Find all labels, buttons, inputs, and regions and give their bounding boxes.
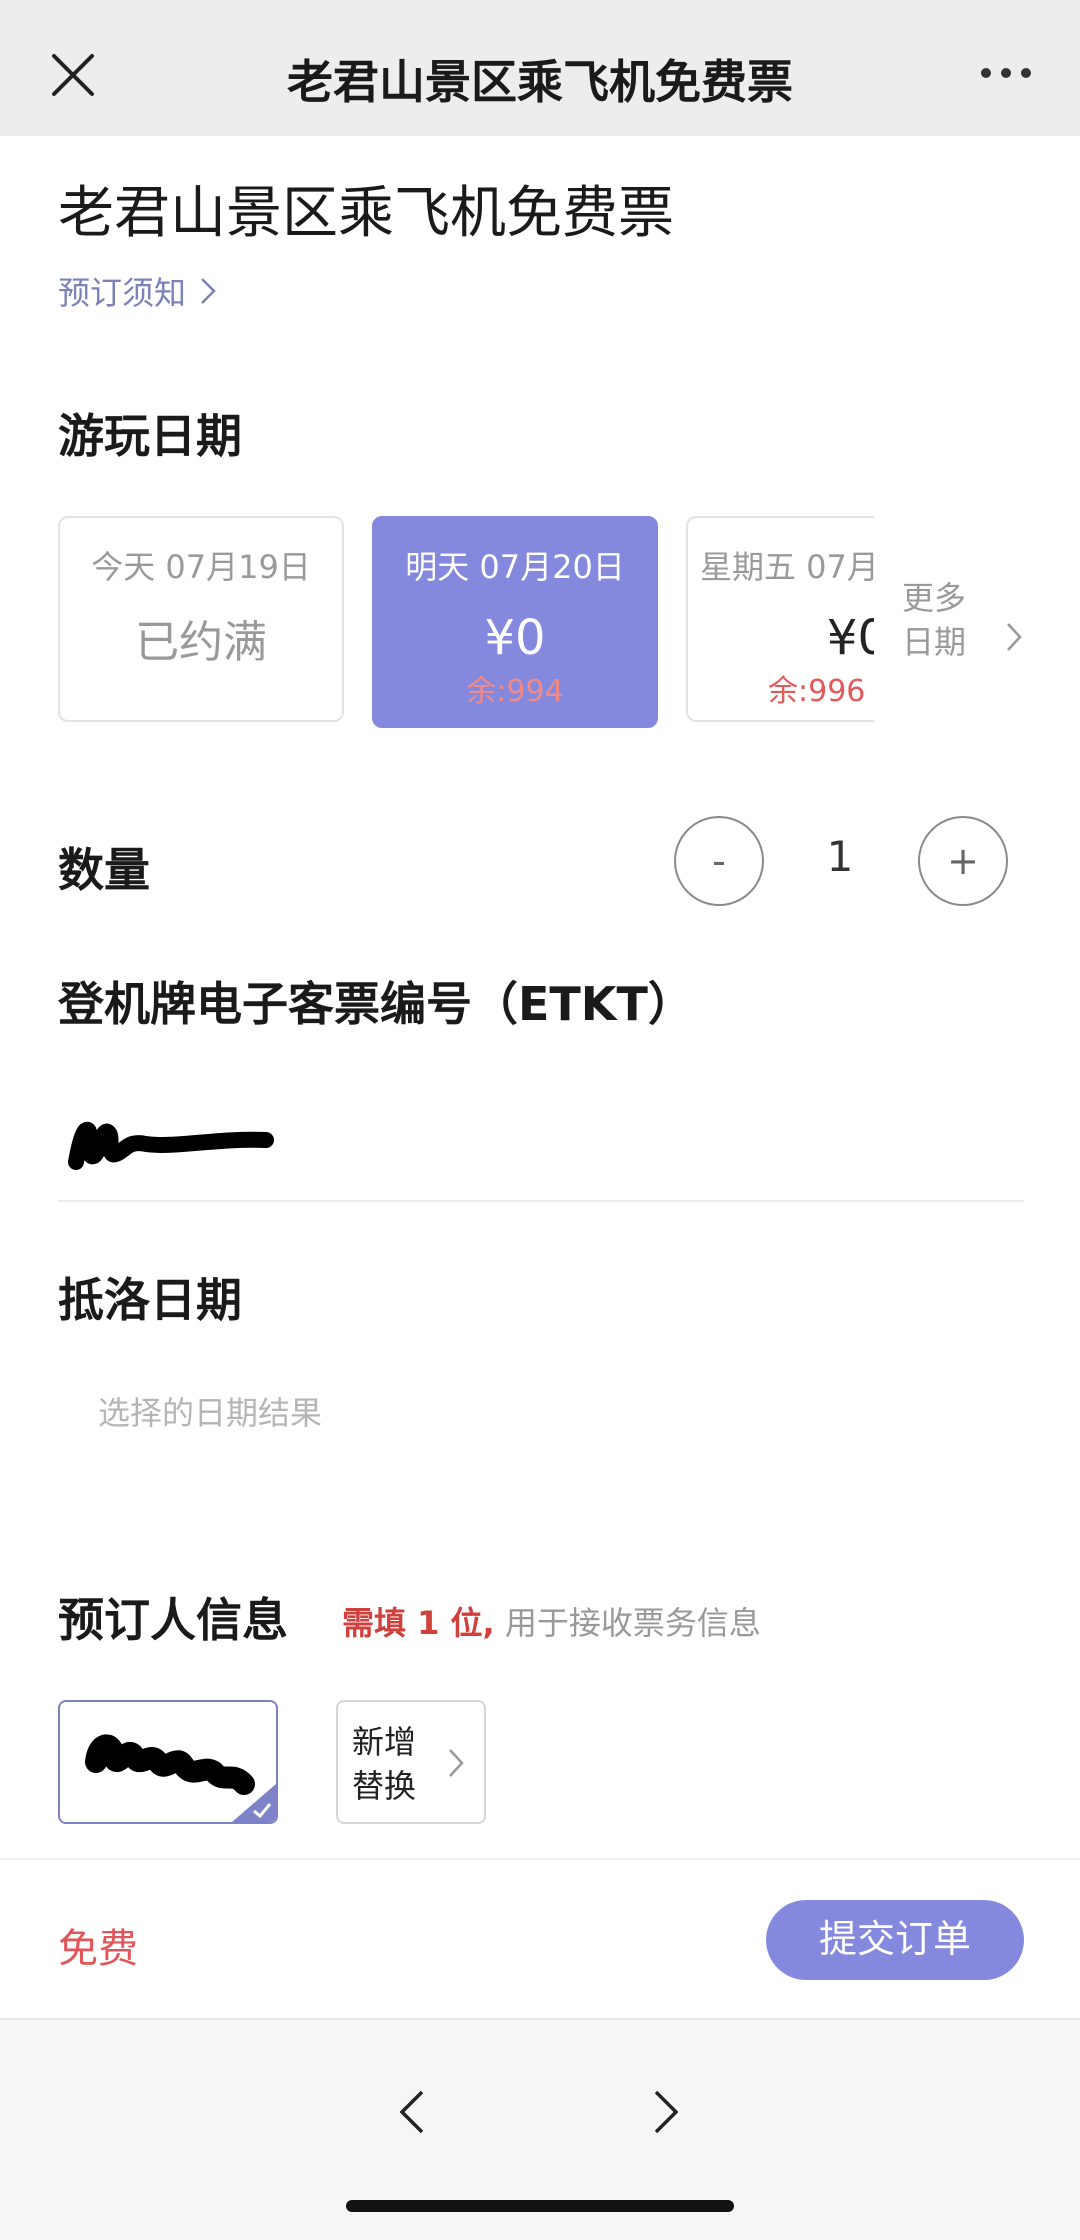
date-text: 星期五 07月 <box>700 548 879 586</box>
more-dates-line1: 更多 <box>902 579 967 617</box>
window-title: 老君山景区乘飞机免费票 <box>287 55 793 109</box>
quantity-value: 1 <box>826 832 854 881</box>
arrival-date-field[interactable]: 选择的日期结果 <box>98 1388 322 1434</box>
add-label: 新增 <box>352 1723 417 1761</box>
arrival-date-label: 抵洛日期 <box>58 1273 242 1327</box>
booker-hint-text: 用于接收票务信息 <box>504 1604 761 1642</box>
play-date-label: 游玩日期 <box>58 409 242 463</box>
etkt-label: 登机牌电子客票编号（ETKT） <box>58 977 694 1031</box>
stock-text: 余:996 <box>768 674 866 709</box>
price-text: ¥0 <box>826 610 886 666</box>
submit-order-button[interactable]: 提交订单 <box>766 1900 1024 1980</box>
total-price: 免费 <box>58 1926 138 1972</box>
booker-hint: 需填 1 位, 用于接收票务信息 <box>342 1598 761 1644</box>
chevron-left-icon <box>400 2090 424 2134</box>
chevron-right-icon <box>201 278 216 304</box>
more-dates-line2: 日期 <box>902 623 967 661</box>
quantity-decrease-button[interactable]: - <box>674 816 764 906</box>
forward-button[interactable] <box>636 2082 696 2142</box>
chevron-right-icon <box>449 1749 464 1777</box>
booking-notice-link[interactable]: 预订须知 <box>58 268 216 314</box>
date-option-tomorrow[interactable]: 明天 07月20日 ¥0 余:994 <box>372 516 658 728</box>
redacted-scribble-icon[interactable] <box>66 1110 286 1172</box>
top-bar: 老君山景区乘飞机免费票 <box>0 0 1080 136</box>
divider <box>0 1858 1080 1860</box>
add-replace-booker-button[interactable]: 新增 替换 <box>336 1700 486 1824</box>
booker-info-label: 预订人信息 <box>58 1593 288 1647</box>
date-text: 今天 07月19日 <box>91 548 311 586</box>
date-text: 明天 07月20日 <box>405 548 625 586</box>
check-badge-icon <box>232 1784 276 1822</box>
chevron-right-icon <box>654 2090 678 2134</box>
quantity-label: 数量 <box>58 843 150 897</box>
divider <box>58 1200 1024 1202</box>
booker-card-selected[interactable] <box>58 1700 278 1824</box>
status-text: 已约满 <box>135 617 267 668</box>
chevron-right-icon <box>1007 623 1022 651</box>
booking-notice-label: 预订须知 <box>58 274 187 312</box>
date-option-today[interactable]: 今天 07月19日 已约满 <box>58 516 344 722</box>
page-title: 老君山景区乘飞机免费票 <box>58 181 674 246</box>
date-option-friday[interactable]: 星期五 07月 ¥0 余:996 <box>686 516 886 722</box>
price-text: ¥0 <box>484 610 546 666</box>
required-count: 需填 1 位, <box>342 1604 495 1642</box>
replace-label: 替换 <box>352 1767 417 1805</box>
home-indicator[interactable] <box>346 2200 734 2212</box>
back-button[interactable] <box>382 2082 442 2142</box>
stock-text: 余:994 <box>466 674 564 709</box>
more-dates-button[interactable]: 更多 日期 <box>874 516 1030 722</box>
quantity-increase-button[interactable]: + <box>918 816 1008 906</box>
more-icon[interactable] <box>978 62 1034 84</box>
